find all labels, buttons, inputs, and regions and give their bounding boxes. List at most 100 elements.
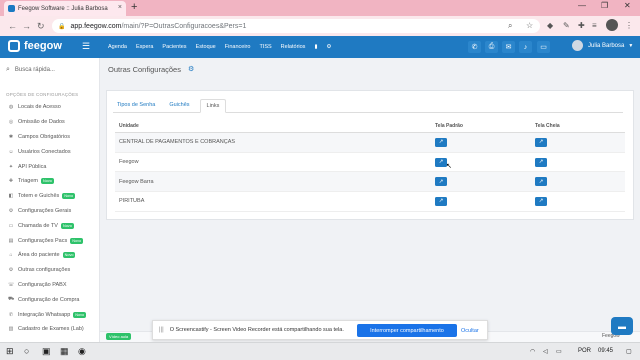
printer-icon[interactable]: ⎙ (485, 41, 498, 53)
sidebar-item[interactable]: ⌂ Área do paciente Novo (0, 248, 100, 263)
clock[interactable]: 09:45 (598, 348, 613, 354)
sidebar-item-label: Omissão de Dados (18, 119, 65, 126)
forward-icon[interactable]: → (22, 20, 31, 32)
nav-extra-icon[interactable]: ▮ (314, 44, 317, 50)
table-header: Unidade Tela Padrão Tela Cheia (115, 119, 625, 133)
feegow-logo[interactable]: feegow (8, 40, 62, 52)
open-full-screen-link-icon[interactable]: ↗ (535, 196, 547, 206)
open-standard-screen-link-icon[interactable]: ↗ (435, 177, 447, 187)
open-full-screen-link-icon[interactable]: ↗ (535, 177, 547, 187)
nav-espera[interactable]: Espera (136, 44, 153, 50)
top-navigation: Agenda Espera Pacientes Estoque Financei… (108, 36, 331, 58)
tray-battery-icon[interactable]: ▭ (556, 348, 562, 355)
zoom-icon[interactable]: ⌕ (508, 21, 512, 31)
user-menu[interactable]: Julia Barbosa ▼ (572, 40, 633, 51)
bell-icon[interactable]: ♪ (519, 41, 532, 53)
chevron-down-icon: ▼ (628, 42, 634, 49)
chrome-taskbar-icon[interactable]: ◉ (78, 346, 86, 357)
sidebar-item-icon: ⚙ (8, 207, 14, 214)
sidebar-item[interactable]: ▥ Cadastro de Exames (Lab) (0, 322, 100, 337)
sidebar-item[interactable]: ✱ Campos Obrigatórios (0, 130, 100, 145)
sidebar-item[interactable]: ⚙ Outras configurações (0, 263, 100, 278)
sidebar-item[interactable]: ◧ Totem e Guichês Novo (0, 189, 100, 204)
profile-avatar[interactable] (606, 19, 618, 31)
hide-button[interactable]: Ocultar (461, 324, 479, 337)
nav-estoque[interactable]: Estoque (196, 44, 216, 50)
phone-icon[interactable]: ✆ (468, 41, 481, 53)
message-icon[interactable]: ✉ (502, 41, 515, 53)
minimize-icon[interactable]: — (578, 1, 586, 10)
sidebar-item-label: Campos Obrigatórios (18, 133, 70, 140)
sidebar-item[interactable]: ☺ Usuários Conectados (0, 144, 100, 159)
chat-icon[interactable]: ▭ (537, 41, 550, 53)
sidebar-item-label: Configuração de Compra (18, 296, 80, 303)
open-standard-screen-link-icon[interactable]: ↗ (435, 137, 447, 147)
sidebar-item-icon: ▥ (8, 326, 14, 333)
sidebar-item-label: Chamada de TV (18, 222, 58, 229)
sidebar-item[interactable]: ✦ API Pública (0, 159, 100, 174)
sidebar-search[interactable]: ⌕ Busca rápida... (6, 66, 55, 74)
hamburger-menu-icon[interactable]: ☰ (82, 42, 90, 51)
sidebar-item-icon: ✆ (8, 311, 14, 318)
nav-relatorios[interactable]: Relatórios (281, 44, 306, 50)
nav-financeiro[interactable]: Financeiro (225, 44, 251, 50)
new-tab-button[interactable]: + (131, 1, 137, 14)
browser-tab[interactable]: Feegow Software :: Julia Barbosa × (4, 1, 126, 16)
pen-extension-icon[interactable]: ✎ (563, 21, 570, 31)
tab-close-icon[interactable]: × (118, 4, 122, 11)
nav-settings-icon[interactable]: ⚙ (326, 44, 331, 50)
open-standard-screen-link-icon[interactable]: ↗ (435, 196, 447, 206)
sidebar-item-label: Locais de Acesso (18, 104, 61, 111)
language-indicator[interactable]: POR (578, 348, 591, 354)
sidebar-section-label: OPÇÕES DE CONFIGURAÇÕES (6, 92, 79, 97)
sidebar-item-icon: ⌂ (9, 252, 13, 259)
sidebar-item[interactable]: ▤ Configurações Pacs Novo (0, 233, 100, 248)
back-icon[interactable]: ← (8, 20, 17, 32)
open-full-screen-link-icon[interactable]: ↗ (535, 137, 547, 147)
tray-volume-icon[interactable]: ◁ (543, 348, 548, 355)
sidebar-item[interactable]: ☏ Configuração PABX (0, 278, 100, 293)
video-lesson-badge[interactable]: Vídeo aula (106, 333, 132, 340)
tab-guiches[interactable]: Guichês (165, 99, 199, 113)
address-bar[interactable]: 🔒 app.feegow.com /main/?P=OutrasConfigur… (52, 19, 540, 33)
tela-cheia-cell: ↗ (535, 196, 625, 206)
sidebar-item[interactable]: ⛟ Configuração de Compra (0, 292, 100, 307)
sidebar-item-label: Configurações Pacs (18, 237, 68, 244)
sidebar-item[interactable]: ✚ Triagem Novo (0, 174, 100, 189)
puzzle-extensions-icon[interactable]: ✚ (578, 21, 585, 31)
logo-text: feegow (24, 40, 62, 52)
sidebar-item-label: Integração Whatsapp (18, 311, 71, 318)
browser-menu-icon[interactable]: ⋮ (625, 21, 633, 31)
drag-grip-icon[interactable]: ||| (159, 327, 164, 333)
table-row: Feegow ↗ ↗ (115, 153, 625, 173)
windows-start-icon[interactable]: ⊞ (6, 346, 14, 357)
feegow-favicon-icon (8, 5, 15, 12)
taskbar-app-icon[interactable]: ▦ (60, 346, 69, 357)
sidebar-item-label: Configurações Gerais (18, 207, 72, 214)
sidebar-item[interactable]: ◎ Omissão de Dados (0, 115, 100, 130)
bookmark-star-icon[interactable]: ☆ (526, 21, 533, 31)
nav-pacientes[interactable]: Pacientes (162, 44, 186, 50)
maximize-icon[interactable]: ❐ (601, 1, 608, 10)
support-chat-button[interactable]: ▬ (611, 317, 633, 335)
open-full-screen-link-icon[interactable]: ↗ (535, 157, 547, 167)
nav-agenda[interactable]: Agenda (108, 44, 127, 50)
header-tela-cheia: Tela Cheia (535, 122, 560, 129)
close-window-icon[interactable]: ✕ (624, 1, 631, 10)
reading-list-icon[interactable]: ≡ (592, 21, 597, 31)
extension-icon[interactable]: ◆ (547, 21, 553, 31)
tray-wifi-icon[interactable]: ◠ (530, 348, 535, 355)
notifications-icon[interactable]: ▢ (626, 348, 632, 355)
reload-icon[interactable]: ↻ (37, 20, 45, 32)
sidebar-item[interactable]: ▭ Chamada de TV Novo (0, 218, 100, 233)
taskbar-search-icon[interactable]: ○ (24, 346, 29, 357)
sidebar-item[interactable]: ✆ Integração Whatsapp Novo (0, 307, 100, 322)
stop-sharing-button[interactable]: Interromper compartilhamento (357, 324, 457, 337)
task-view-icon[interactable]: ▣ (42, 346, 51, 357)
sidebar-item-icon: ✚ (8, 178, 14, 185)
sidebar-item[interactable]: ◍ Locais de Acesso (0, 100, 100, 115)
tab-tipos-de-senha[interactable]: Tipos de Senha (113, 99, 165, 113)
nav-tiss[interactable]: TISS (259, 44, 271, 50)
sidebar-item[interactable]: ⚙ Configurações Gerais (0, 204, 100, 219)
tab-links[interactable]: Links (199, 99, 227, 113)
